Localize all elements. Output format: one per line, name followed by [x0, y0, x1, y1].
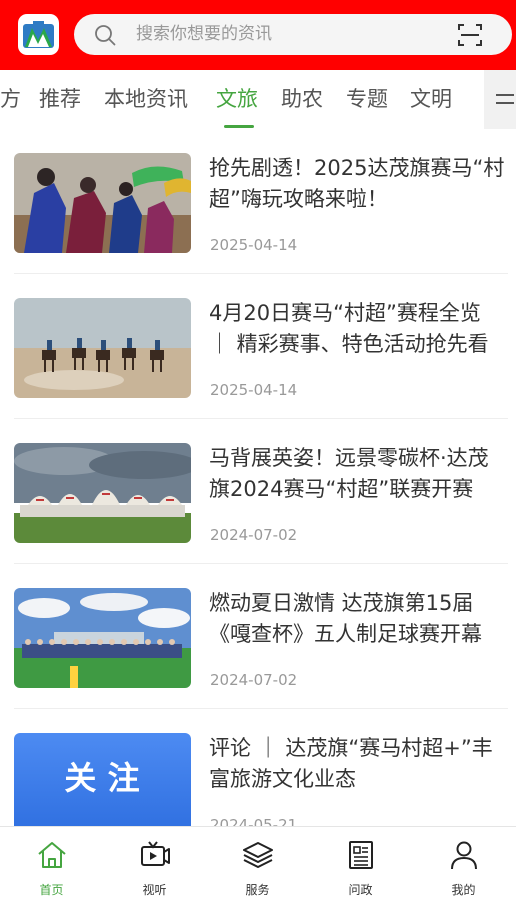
nav-services[interactable]: 服务: [206, 827, 309, 902]
tab-culture-tourism[interactable]: 文旅: [216, 70, 258, 129]
tab-special-topics[interactable]: 专题: [346, 70, 388, 129]
article-title: 4月20日赛马“村超”赛程全览 ｜ 精彩赛事、特色活动抢先看: [209, 301, 489, 356]
newspaper-icon: [349, 841, 373, 869]
thumbnail-text: 关 注: [64, 759, 139, 797]
article-date: 2025-04-14: [210, 381, 298, 399]
article-title: 评论 ｜ 达茂旗“赛马村超+”丰富旅游文化业态: [209, 736, 493, 791]
user-icon: [451, 841, 477, 870]
list-item[interactable]: 4月20日赛马“村超”赛程全览 ｜ 精彩赛事、特色活动抢先看 2025-04-1…: [0, 274, 516, 419]
tabs-fade: [454, 70, 484, 129]
list-item[interactable]: 马背展英姿！远景零碳杯·达茂旗2024赛马“村超”联赛开赛 2024-07-02: [0, 419, 516, 564]
bottom-navigation: 首页 视听 服务 问政 我的: [0, 826, 516, 901]
article-date: 2025-04-14: [210, 236, 298, 254]
layers-icon: [243, 842, 273, 868]
nav-label: 我的: [451, 883, 476, 897]
article-thumbnail: [14, 443, 191, 543]
article-list: 抢先剧透！2025达茂旗赛马“村超”嗨玩攻略来啦！ 2025-04-14 4月2…: [0, 129, 516, 826]
list-item[interactable]: 燃动夏日激情 达茂旗第15届《嘎查杯》五人制足球赛开幕 2024-07-02: [0, 564, 516, 709]
category-tabs: 方 推荐 本地资讯 文旅 助农 专题 文明: [0, 70, 516, 129]
tab-civilization[interactable]: 文明: [410, 70, 452, 129]
article-thumbnail: 关 注: [14, 733, 191, 826]
nav-audio-video[interactable]: 视听: [103, 827, 206, 902]
article-title: 抢先剧透！2025达茂旗赛马“村超”嗨玩攻略来啦！: [209, 156, 505, 211]
article-date: 2024-07-02: [210, 671, 298, 689]
tabs-menu-icon[interactable]: [484, 70, 516, 129]
search-bar[interactable]: 搜索你想要的资讯: [74, 14, 512, 55]
article-date: 2024-07-02: [210, 526, 298, 544]
list-item[interactable]: 抢先剧透！2025达茂旗赛马“村超”嗨玩攻略来啦！ 2025-04-14: [0, 129, 516, 274]
article-thumbnail: [14, 153, 191, 253]
active-tab-indicator: [224, 125, 254, 128]
tab-recommend[interactable]: 推荐: [39, 70, 81, 129]
article-title: 燃动夏日激情 达茂旗第15届《嘎查杯》五人制足球赛开幕: [209, 591, 482, 646]
search-input[interactable]: 搜索你想要的资讯: [136, 14, 272, 55]
article-title: 马背展英姿！远景零碳杯·达茂旗2024赛马“村超”联赛开赛: [209, 446, 489, 501]
scan-icon[interactable]: [458, 23, 482, 47]
nav-home[interactable]: 首页: [0, 827, 103, 902]
tab-local-news[interactable]: 本地资讯: [104, 70, 188, 129]
top-header: 搜索你想要的资讯: [0, 0, 516, 70]
nav-label: 首页: [39, 883, 64, 897]
nav-label: 服务: [245, 883, 270, 897]
tab-partial[interactable]: 方: [0, 70, 21, 129]
home-icon: [38, 842, 66, 868]
nav-profile[interactable]: 我的: [412, 827, 515, 902]
article-thumbnail: [14, 298, 191, 398]
list-item[interactable]: 关 注 评论 ｜ 达茂旗“赛马村超+”丰富旅游文化业态 2024-05-21: [0, 709, 516, 826]
article-thumbnail: [14, 588, 191, 688]
app-logo-icon[interactable]: [18, 14, 59, 55]
search-icon: [95, 25, 116, 46]
tab-agriculture[interactable]: 助农: [281, 70, 323, 129]
nav-label: 视听: [142, 883, 167, 897]
nav-inquiry[interactable]: 问政: [309, 827, 412, 902]
nav-label: 问政: [348, 883, 373, 897]
tv-icon: [141, 841, 170, 866]
article-date: 2024-05-21: [210, 816, 298, 826]
